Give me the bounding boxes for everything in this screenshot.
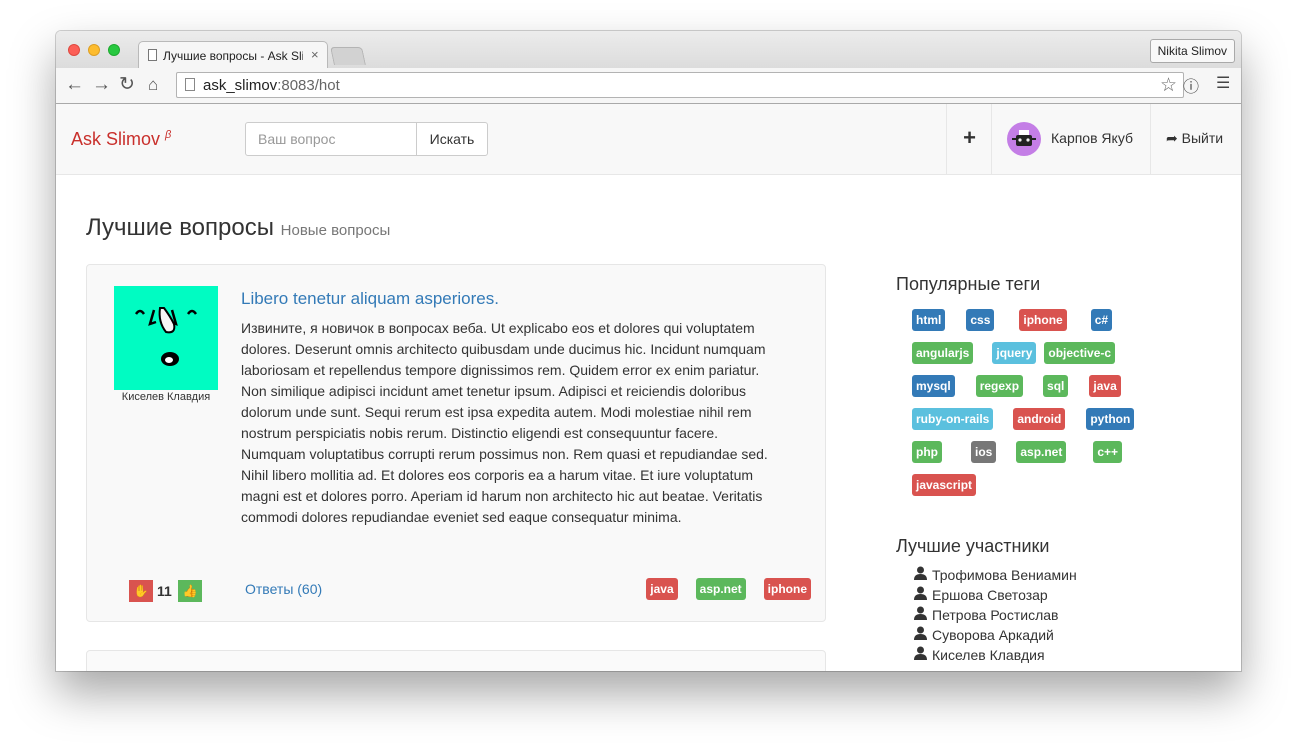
question-card: Киселев Клавдия Libero tenetur aliquam a… xyxy=(86,264,826,622)
user-item[interactable]: Киселев Клавдия xyxy=(914,645,1077,665)
browser-tab[interactable]: Лучшие вопросы - Ask Slimov × xyxy=(138,41,328,69)
user-name: Карпов Якуб xyxy=(1051,130,1133,146)
tag-ios[interactable]: ios xyxy=(971,441,997,463)
tag-php[interactable]: php xyxy=(912,441,942,463)
user-item[interactable]: Суворова Аркадий xyxy=(914,625,1077,645)
best-users-list: Трофимова Вениамин Ершова Светозар Петрова… xyxy=(914,565,1077,665)
user-icon xyxy=(914,625,928,645)
user-item[interactable]: Ершова Светозар xyxy=(914,585,1077,605)
tag-sql[interactable]: sql xyxy=(1043,375,1069,397)
logout-label: Выйти xyxy=(1181,130,1224,146)
user-icon xyxy=(914,645,928,665)
tag-objective-c[interactable]: objective-c xyxy=(1044,342,1116,364)
tag-asp.net[interactable]: asp.net xyxy=(1016,441,1067,463)
menu-icon[interactable]: ☰ xyxy=(1216,73,1230,93)
thumbs-down-icon: ✋ xyxy=(133,584,149,598)
tag-jquery[interactable]: jquery xyxy=(992,342,1037,364)
site-navbar: Ask Slimov β Искать + Карпов Якуб xyxy=(56,104,1241,175)
question-tags: java asp.net iphone xyxy=(628,578,811,600)
share-icon: ➦ xyxy=(1166,130,1178,146)
popular-tags-title: Популярные теги xyxy=(896,274,1041,294)
user-name: Суворова Аркадий xyxy=(932,627,1054,643)
star-icon[interactable]: ☆ xyxy=(1160,74,1177,97)
question-score: 11 xyxy=(157,583,172,599)
profile-button[interactable]: Nikita Slimov xyxy=(1149,39,1235,63)
new-tab-button[interactable] xyxy=(330,47,366,65)
question-title[interactable]: Libero tenetur aliquam asperiores. xyxy=(241,289,499,309)
url-text: ask_slimov:8083/hot xyxy=(203,77,340,94)
back-icon[interactable]: ← xyxy=(65,73,84,97)
page-title: Лучшие вопросы Новые вопросы xyxy=(86,214,390,242)
forward-icon[interactable]: → xyxy=(92,73,111,97)
browser-window: Лучшие вопросы - Ask Slimov × Nikita Sli… xyxy=(56,31,1241,671)
user-item[interactable]: Петрова Ростислав xyxy=(914,605,1077,625)
vote-up-button[interactable]: 👍 xyxy=(178,580,202,602)
user-icon xyxy=(914,605,928,625)
address-bar[interactable]: ask_slimov:8083/hot ☆ xyxy=(176,72,1184,98)
tag-mysql[interactable]: mysql xyxy=(912,375,955,397)
tag-asp.net[interactable]: asp.net xyxy=(695,578,746,600)
title-text: Лучшие вопросы xyxy=(86,214,274,241)
web-page: Ask Slimov β Искать + Карпов Якуб xyxy=(56,104,1241,671)
tag-java[interactable]: java xyxy=(1089,375,1121,397)
tag-ruby-on-rails[interactable]: ruby-on-rails xyxy=(912,408,994,430)
tag-regexp[interactable]: regexp xyxy=(975,375,1024,397)
new-questions-link[interactable]: Новые вопросы xyxy=(281,222,391,239)
tab-title: Лучшие вопросы - Ask Slimov xyxy=(163,49,303,63)
popular-tags: html css iphone c# angularjs jquery objective-… xyxy=(912,309,1152,507)
site-brand[interactable]: Ask Slimov β xyxy=(71,129,171,150)
user-item[interactable]: Трофимова Вениамин xyxy=(914,565,1077,585)
user-name: Киселев Клавдия xyxy=(932,647,1045,663)
close-window-button[interactable] xyxy=(68,44,80,56)
author-avatar[interactable] xyxy=(114,286,218,390)
info-icon[interactable]: ⓘ xyxy=(1183,73,1199,97)
tag-css[interactable]: css xyxy=(966,309,995,331)
search-button[interactable]: Искать xyxy=(416,122,488,156)
answers-link[interactable]: Ответы (60) xyxy=(245,581,322,597)
title-bar: Лучшие вопросы - Ask Slimov × Nikita Sli… xyxy=(56,31,1241,69)
user-name: Ершова Светозар xyxy=(932,587,1048,603)
tag-android[interactable]: android xyxy=(1013,408,1066,430)
page-icon xyxy=(185,78,195,91)
logout-link[interactable]: ➦ Выйти xyxy=(1150,104,1241,174)
search-input[interactable] xyxy=(245,122,417,156)
question-card xyxy=(86,650,826,671)
tag-iphone[interactable]: iphone xyxy=(1019,309,1067,331)
tag-javascript[interactable]: javascript xyxy=(912,474,977,496)
vote-down-button[interactable]: ✋ xyxy=(129,580,153,602)
avatar xyxy=(1007,122,1041,156)
tag-iphone[interactable]: iphone xyxy=(763,578,811,600)
add-question-button[interactable]: + xyxy=(946,104,992,174)
user-name: Трофимова Вениамин xyxy=(932,567,1077,583)
tag-html[interactable]: html xyxy=(912,309,946,331)
author-name: Киселев Клавдия xyxy=(121,391,211,403)
page-icon xyxy=(148,49,157,61)
user-menu[interactable]: Карпов Якуб xyxy=(991,104,1151,174)
user-icon xyxy=(914,585,928,605)
tag-java[interactable]: java xyxy=(646,578,678,600)
browser-toolbar: ← → ↻ ⌂ ask_slimov:8083/hot ☆ ⓘ ☰ xyxy=(56,68,1241,104)
tag-c++[interactable]: c++ xyxy=(1093,441,1123,463)
question-body: Извините, я новичок в вопросах веба. Ut … xyxy=(241,320,768,525)
tag-c#[interactable]: c# xyxy=(1090,309,1113,331)
tag-angularjs[interactable]: angularjs xyxy=(912,342,974,364)
tag-python[interactable]: python xyxy=(1086,408,1135,430)
minimize-window-button[interactable] xyxy=(88,44,100,56)
thumbs-up-icon: 👍 xyxy=(182,584,198,598)
tab-close-icon[interactable]: × xyxy=(311,47,319,62)
user-name: Петрова Ростислав xyxy=(932,607,1059,623)
reload-icon[interactable]: ↻ xyxy=(119,73,135,97)
maximize-window-button[interactable] xyxy=(108,44,120,56)
user-icon xyxy=(914,565,928,585)
best-users-title: Лучшие участники xyxy=(896,536,1050,556)
home-icon[interactable]: ⌂ xyxy=(148,73,158,97)
